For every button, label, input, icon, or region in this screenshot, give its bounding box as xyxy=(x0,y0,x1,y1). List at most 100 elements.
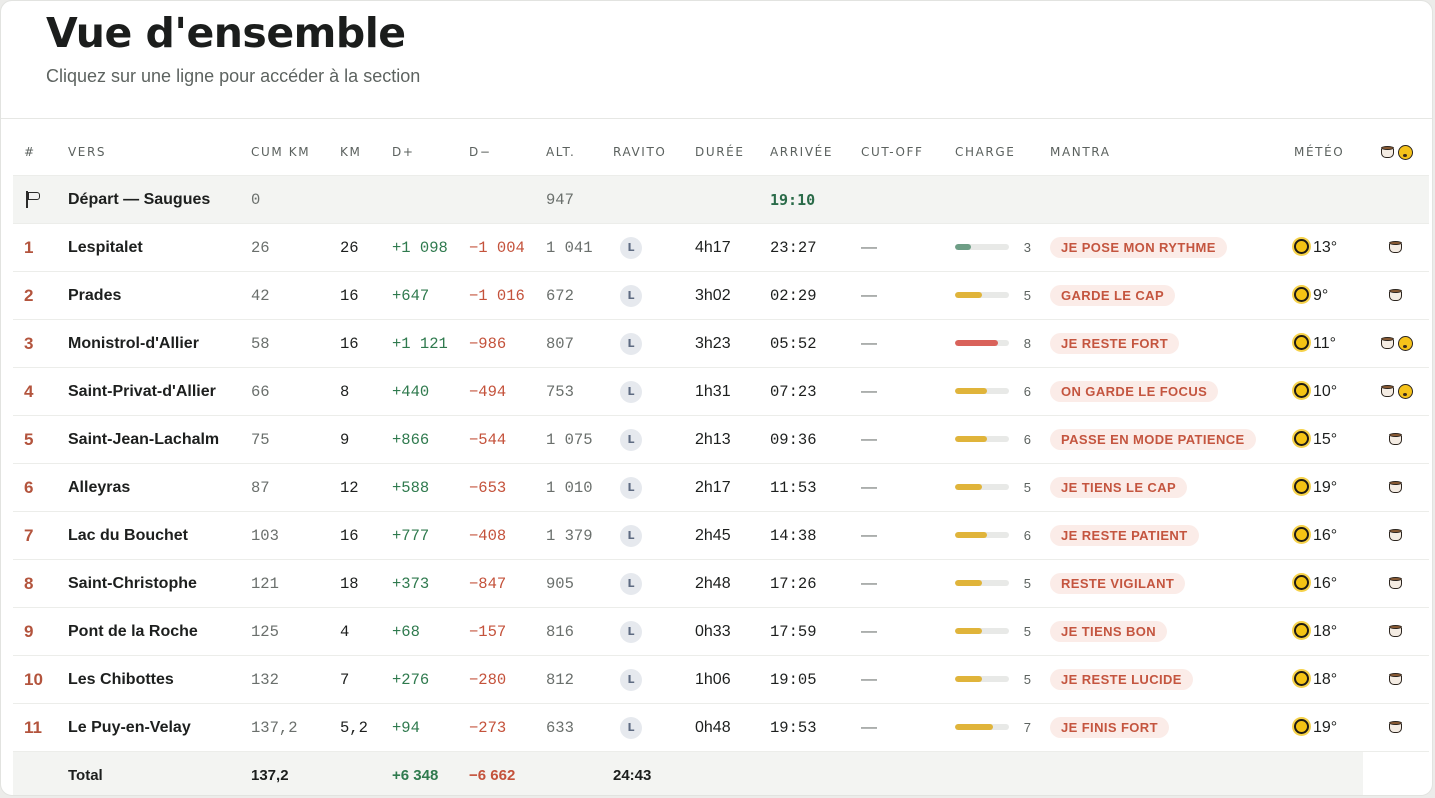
row-emoji xyxy=(1363,415,1429,464)
temperature: 18° xyxy=(1313,622,1338,640)
row-emoji xyxy=(1363,559,1429,608)
ravito-badge: L xyxy=(620,476,642,499)
charge-value: 7 xyxy=(1023,719,1031,735)
row-cutoff: — xyxy=(850,367,944,416)
row-mantra: GARDE LE CAP xyxy=(1039,271,1283,320)
ravito-badge: L xyxy=(620,620,642,643)
section-row[interactable]: 6 Alleyras 87 12 +588 −653 1 010 L 2h17 11:53— 5 JE… xyxy=(13,463,1429,512)
coffee-icon xyxy=(1388,289,1405,302)
row-mantra: JE RESTE LUCIDE xyxy=(1039,655,1283,704)
row-cutoff: — xyxy=(850,415,944,464)
row-dminus: −1 016 xyxy=(458,271,535,320)
col-header-number: # xyxy=(24,145,36,159)
temperature: 18° xyxy=(1313,670,1338,688)
sun-icon xyxy=(1294,478,1309,494)
temperature: 15° xyxy=(1313,430,1338,448)
row-dplus: +68 xyxy=(381,607,458,656)
section-row[interactable]: 7 Lac du Bouchet 103 16 +777 −408 1 379 L 2h45 14… xyxy=(13,511,1429,560)
start-row[interactable]: Départ — Saugues 0 947 19:10 xyxy=(13,175,1429,224)
total-row: Total 137,2 +6 348 −6 662 24:43 xyxy=(13,751,1429,795)
page-subtitle: Cliquez sur une ligne pour accéder à la … xyxy=(46,66,421,86)
sections-table: # VERS CUM KM KM D+ D− ALT. RAVITO DURÉE… xyxy=(13,129,1429,795)
charge-bar xyxy=(955,244,1009,251)
row-name: Monistrol-d'Allier xyxy=(57,319,240,368)
sun-icon xyxy=(1294,622,1309,638)
sleepy-face-icon xyxy=(1397,383,1413,399)
row-dminus: −408 xyxy=(458,511,535,560)
mantra-badge: JE RESTE LUCIDE xyxy=(1050,669,1193,690)
section-row[interactable]: 10 Les Chibottes 132 7 +276 −280 812 L 1h06 19:05… xyxy=(13,655,1429,704)
row-emoji xyxy=(1363,463,1429,512)
row-dminus: −1 004 xyxy=(458,223,535,272)
sun-icon xyxy=(1294,574,1309,590)
row-emoji xyxy=(1363,319,1429,368)
sun-icon xyxy=(1294,286,1309,302)
row-name: Lac du Bouchet xyxy=(57,511,240,560)
row-km: 4 xyxy=(329,607,381,656)
row-dminus: −494 xyxy=(458,367,535,416)
charge-bar xyxy=(955,580,1009,587)
section-row[interactable]: 2 Prades 42 16 +647 −1 016 672 L 3h02 02:29— 5 GARD… xyxy=(13,271,1429,320)
row-arrivee: 19:05 xyxy=(759,655,850,704)
section-row[interactable]: 11 Le Puy-en-Velay 137,2 5,2 +94 −273 633 L 0h48… xyxy=(13,703,1429,752)
mantra-badge: JE RESTE PATIENT xyxy=(1050,525,1199,546)
col-header-arrivee: ARRIVÉE xyxy=(770,145,833,159)
coffee-icon xyxy=(1388,481,1405,494)
row-km: 5,2 xyxy=(329,703,381,752)
row-mantra: JE FINIS FORT xyxy=(1039,703,1283,752)
col-header-km: KM xyxy=(340,145,362,159)
row-number: 2 xyxy=(13,271,57,320)
section-row[interactable]: 3 Monistrol-d'Allier 58 16 +1 121 −986 807 L 3h2… xyxy=(13,319,1429,368)
coffee-icon xyxy=(1388,625,1405,638)
row-cum-km: 58 xyxy=(240,319,329,368)
temperature: 19° xyxy=(1313,478,1338,496)
row-emoji xyxy=(1363,655,1429,704)
row-meteo: 16° xyxy=(1283,511,1363,560)
coffee-icon xyxy=(1388,721,1405,734)
row-ravito: L xyxy=(602,463,684,512)
ravito-badge: L xyxy=(620,668,642,691)
row-duree: 0h48 xyxy=(684,703,759,752)
section-row[interactable]: 4 Saint-Privat-d'Allier 66 8 +440 −494 753 L 1h3… xyxy=(13,367,1429,416)
row-meteo: 19° xyxy=(1283,463,1363,512)
charge-bar xyxy=(955,484,1009,491)
row-cum-km: 137,2 xyxy=(240,703,329,752)
ravito-badge: L xyxy=(620,716,642,739)
row-charge: 6 xyxy=(944,367,1039,416)
temperature: 13° xyxy=(1313,238,1338,256)
row-cum-km: 132 xyxy=(240,655,329,704)
row-arrivee: 11:53 xyxy=(759,463,850,512)
col-header-ravito: RAVITO xyxy=(613,145,667,159)
row-alt: 1 379 xyxy=(535,511,602,560)
row-alt: 1 075 xyxy=(535,415,602,464)
mantra-badge: GARDE LE CAP xyxy=(1050,285,1176,306)
row-arrivee: 05:52 xyxy=(759,319,850,368)
row-mantra: JE RESTE PATIENT xyxy=(1039,511,1283,560)
charge-value: 6 xyxy=(1023,383,1031,399)
row-arrivee: 02:29 xyxy=(759,271,850,320)
row-mantra: JE RESTE FORT xyxy=(1039,319,1283,368)
row-km: 16 xyxy=(329,271,381,320)
sleepy-face-icon xyxy=(1397,335,1413,351)
charge-value: 6 xyxy=(1023,431,1031,447)
row-charge: 5 xyxy=(944,655,1039,704)
section-row[interactable]: 8 Saint-Christophe 121 18 +373 −847 905 L 2h48 17… xyxy=(13,559,1429,608)
total-duree: 24:43 xyxy=(602,751,684,795)
charge-value: 5 xyxy=(1023,479,1031,495)
row-mantra: ON GARDE LE FOCUS xyxy=(1039,367,1283,416)
row-ravito: L xyxy=(602,271,684,320)
sleepy-face-icon xyxy=(1397,144,1413,160)
col-header-duree: DURÉE xyxy=(695,145,745,159)
row-dminus: −273 xyxy=(458,703,535,752)
charge-bar xyxy=(955,292,1009,299)
row-alt: 812 xyxy=(535,655,602,704)
row-arrivee: 23:27 xyxy=(759,223,850,272)
total-dplus: +6 348 xyxy=(381,751,458,795)
row-alt: 816 xyxy=(535,607,602,656)
row-arrivee: 17:26 xyxy=(759,559,850,608)
coffee-icon xyxy=(1388,577,1405,590)
section-row[interactable]: 1 Lespitalet 26 26 +1 098 −1 004 1 041 L 4h17 23:… xyxy=(13,223,1429,272)
temperature: 9° xyxy=(1313,286,1329,304)
section-row[interactable]: 9 Pont de la Roche 125 4 +68 −157 816 L 0h33 17:5… xyxy=(13,607,1429,656)
section-row[interactable]: 5 Saint-Jean-Lachalm 75 9 +866 −544 1 075 L 2h13… xyxy=(13,415,1429,464)
